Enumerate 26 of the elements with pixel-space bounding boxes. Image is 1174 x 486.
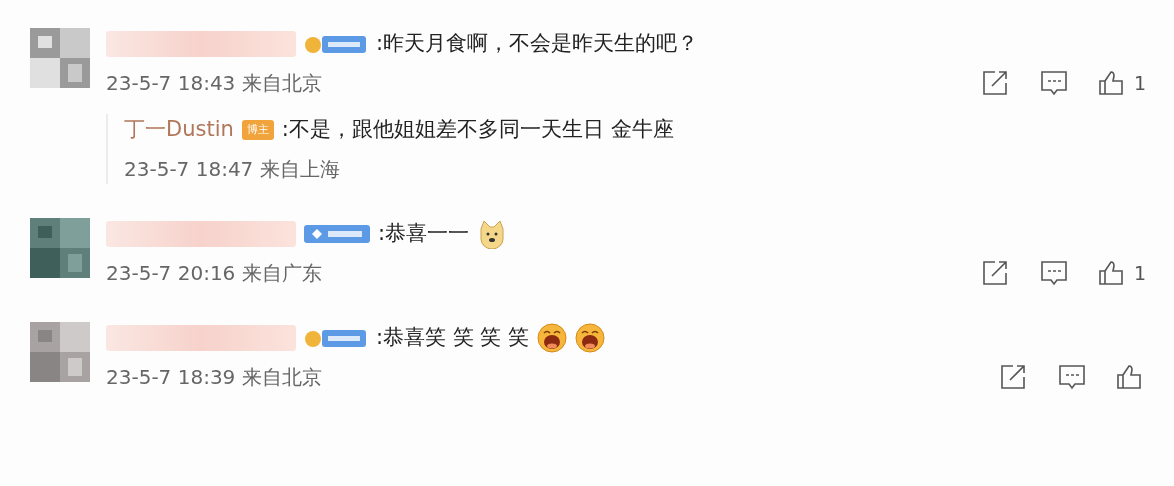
badge-icon [304, 224, 370, 244]
reply-text: :不是，跟他姐姐差不多同一天生日 金牛座 [281, 116, 674, 144]
comment-text: :恭喜笑 笑 笑 笑 [376, 324, 530, 352]
comment-text: :昨天月食啊，不会是昨天生的吧？ [376, 30, 699, 58]
author-name[interactable]: 丁一Dustin [124, 114, 234, 146]
badge-icon [304, 327, 368, 349]
laughing-emoji-icon [575, 323, 606, 353]
like-count: 1 [1134, 70, 1144, 96]
comment-icon[interactable] [1040, 260, 1068, 286]
host-badge: 博主 [241, 119, 274, 141]
comment-icon[interactable] [1040, 70, 1068, 96]
share-icon[interactable] [1000, 364, 1028, 390]
like-icon[interactable] [1098, 70, 1126, 96]
share-icon[interactable] [982, 260, 1010, 286]
badge-icon [304, 33, 368, 55]
comment-icon[interactable] [1058, 364, 1086, 390]
like-icon[interactable] [1116, 364, 1144, 390]
timestamp: 23-5-7 20:16 来自广东 [106, 260, 322, 287]
comment-text: :恭喜一一 [378, 220, 470, 248]
timestamp: 23-5-7 18:47 来自上海 [124, 156, 341, 183]
like-count: 1 [1134, 260, 1144, 286]
timestamp: 23-5-7 18:39 来自北京 [106, 364, 322, 391]
timestamp: 23-5-7 18:43 来自北京 [106, 70, 322, 97]
laughing-emoji-icon [537, 323, 568, 353]
share-icon[interactable] [982, 70, 1010, 96]
like-icon[interactable] [1098, 260, 1126, 286]
